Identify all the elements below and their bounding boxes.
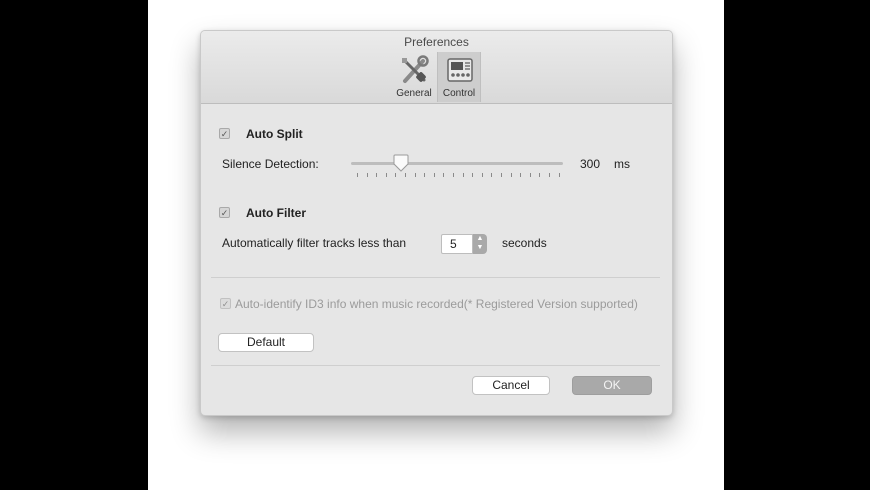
slider-tick [395,173,397,177]
id3-label: Auto-identify ID3 info when music record… [235,297,638,311]
default-button[interactable]: Default [218,333,314,352]
tools-icon [402,55,429,83]
slider-tick [453,173,454,177]
silence-detection-label: Silence Detection: [222,157,319,171]
separator [211,365,660,366]
seconds-stepper[interactable]: 5 ▲ ▼ [441,234,487,254]
auto-split-label: Auto Split [246,127,303,141]
separator [211,277,660,278]
slider-tick [491,173,493,177]
ok-button[interactable]: OK [572,376,652,395]
window-title: Preferences [404,35,469,49]
cancel-button[interactable]: Cancel [472,376,550,395]
slider-tick [558,173,560,177]
seconds-unit: seconds [502,236,547,250]
slider-tick [414,173,416,177]
auto-filter-checkbox[interactable]: ✓ [219,207,230,218]
slider-tick [520,173,522,177]
slider-tick [376,173,378,177]
tab-control[interactable]: Control [437,52,481,102]
slider-tick [472,173,474,177]
slider-tick [501,173,502,177]
slider-tick [443,173,445,177]
slider-tick [433,173,435,177]
slider-tick [366,173,368,177]
auto-filter-label: Auto Filter [246,206,306,220]
tab-control-label: Control [442,88,476,99]
slider-tick [462,173,464,177]
silence-slider-knob[interactable] [393,154,409,172]
slider-tick [481,173,483,177]
stepper-arrows-icon[interactable]: ▲ ▼ [473,234,487,254]
title-toolbar: Preferences General Control [201,31,672,104]
silence-unit: ms [614,157,630,171]
seconds-stepper-field[interactable]: 5 [441,234,473,254]
id3-checkbox[interactable]: ✓ [220,298,231,309]
tab-general[interactable]: General [392,52,436,102]
silence-slider-track[interactable] [351,162,563,165]
slider-tick [529,173,531,177]
auto-split-checkbox[interactable]: ✓ [219,128,230,139]
tab-general-label: General [396,88,432,99]
slider-tick [424,173,426,177]
slider-tick [549,173,550,177]
slider-tick [385,173,387,177]
silence-value: 300 [580,157,601,171]
slider-tick [539,173,541,177]
preferences-dialog: Preferences General Control ✓ Auto Split… [200,30,673,416]
slider-tick [405,173,406,177]
slider-tick [510,173,512,177]
filter-description: Automatically filter tracks less than [222,236,407,250]
slider-tick [357,173,358,177]
control-panel-icon [447,58,473,82]
